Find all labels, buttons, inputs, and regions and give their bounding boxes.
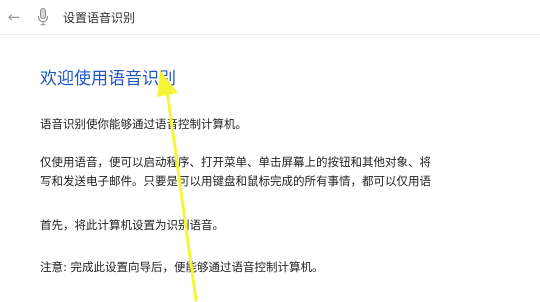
first-step-text: 首先，将此计算机设置为识别语音。 <box>40 218 224 232</box>
annotation-arrow-icon <box>157 70 198 302</box>
back-arrow-icon: ← <box>7 8 21 26</box>
note-text: 注意: 完成此设置向导后，便能够通过语音控制计算机。 <box>40 260 324 274</box>
intro-text: 语音识别使你能够通过语音控制计算机。 <box>40 117 247 131</box>
speech-recognition-setup-window: ← 设置语音识别 欢迎使用语音识别 语音识别使你能够通过语音控制计算机。 仅使用… <box>0 0 540 302</box>
microphone-icon <box>38 8 48 26</box>
back-button[interactable]: ← <box>4 7 24 27</box>
detail-text-line-2: 写和发送电子邮件。只要是可以用键盘和鼠标完成的所有事情，都可以仅用语 <box>40 174 431 188</box>
title-bar: ← 设置语音识别 <box>0 0 540 35</box>
detail-text-line-1: 仅使用语音，便可以启动程序、打开菜单、单击屏幕上的按钮和其他对象、将 <box>40 155 431 169</box>
window-title: 设置语音识别 <box>63 11 136 25</box>
page-heading: 欢迎使用语音识别 <box>40 69 176 89</box>
